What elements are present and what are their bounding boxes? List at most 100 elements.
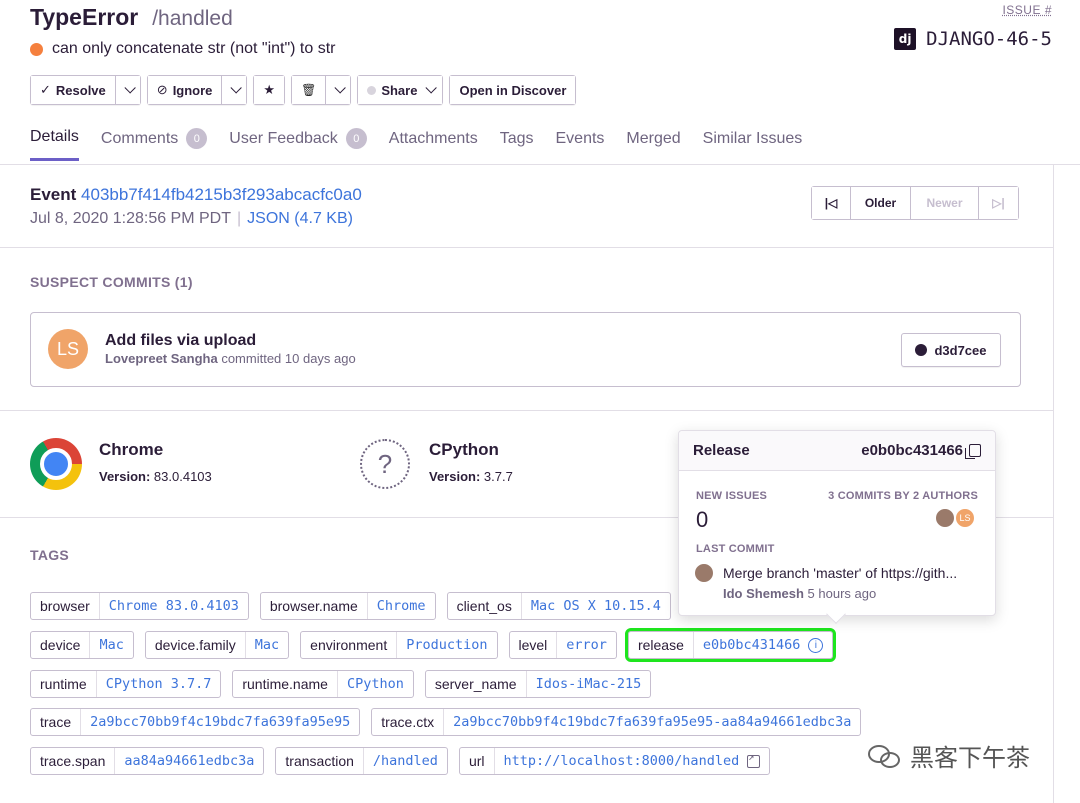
tag-pill[interactable]: url http://localhost:8000/handled [458,747,771,775]
tab-similar-issues[interactable]: Similar Issues [703,128,803,161]
tag-pill[interactable]: client_os Mac OS X 10.15.4 [446,592,671,620]
first-event-button[interactable]: |◁ [812,187,850,219]
tag-key: device.family [146,632,246,658]
tag-value[interactable]: Mac [90,632,132,658]
tab-details[interactable]: Details [30,128,79,161]
info-icon[interactable]: i [808,637,824,653]
tab-tags[interactable]: Tags [500,128,534,161]
tag-key: url [460,748,495,774]
bookmark-group: ★ [253,75,286,105]
tag-pill[interactable]: device Mac [30,631,134,659]
count-badge: 0 [186,128,208,149]
tab-comments[interactable]: Comments 0 [101,128,208,161]
copy-icon[interactable] [965,444,981,459]
avatar: LS [48,329,88,369]
error-culprit: /handled [152,7,233,30]
event-date: Jul 8, 2020 1:28:56 PM PDT [30,210,231,227]
bookmark-button[interactable]: ★ [254,76,285,104]
tab-label: Details [30,128,79,145]
tag-value[interactable]: http://localhost:8000/handled [495,748,770,774]
event-id-link[interactable]: 403bb7f414fb4215b3f293abcacfc0a0 [81,185,362,204]
release-version[interactable]: e0b0bc431466 [861,442,981,459]
browser-context-name: Chrome [99,440,164,459]
json-link[interactable]: JSON (4.7 KB) [247,210,353,227]
commit-sha-button[interactable]: d3d7cee [901,333,1001,367]
tag-pill[interactable]: runtime.name CPython [232,670,414,698]
commit-message: Add files via upload [105,332,257,349]
tag-value[interactable]: aa84a94661edbc3a [115,748,263,774]
section-divider [0,247,1053,248]
share-group: Share [357,75,444,105]
ignore-button[interactable]: ⊘ Ignore [147,76,222,104]
commits-label: 3 COMMITS BY 2 AUTHORS [828,490,978,502]
tag-pill[interactable]: trace 2a9bcc70bb9f4c19bdc7fa639fa95e95 [30,708,361,736]
browser-context-version: Version: 83.0.4103 [99,469,212,484]
tag-value[interactable]: Production [397,632,496,658]
new-issues-count: 0 [696,507,709,532]
tab-events[interactable]: Events [556,128,605,161]
ignore-dropdown-button[interactable] [221,76,247,104]
tab-label: User Feedback [229,129,338,147]
version-value: 3.7.7 [483,469,513,484]
tag-pill[interactable]: browser.name Chrome [259,592,436,620]
avatar [934,507,956,529]
tag-value[interactable]: CPython [338,671,413,697]
tab-label: Similar Issues [702,129,803,147]
delete-group: 🗑 [291,75,352,105]
tag-pill[interactable]: environment Production [300,631,498,659]
avatar: LS [954,507,976,529]
tag-pill[interactable]: transaction/handled [275,747,448,775]
resolve-button[interactable]: ✓ Resolve [31,76,115,104]
tag-value[interactable]: /handled [364,748,447,774]
suspect-commits-title: SUSPECT COMMITS (1) [30,274,193,290]
tag-value[interactable]: 2a9bcc70bb9f4c19bdc7fa639fa95e95 [81,709,359,735]
commit-time: committed 10 days ago [217,351,356,366]
popover-arrow [826,604,846,624]
last-event-button[interactable]: ▷| [978,187,1018,219]
event-id: Event 403bb7f414fb4215b3f293abcacfc0a0 [30,185,362,205]
tab-merged[interactable]: Merged [626,128,680,161]
tag-pill[interactable]: trace.ctx 2a9bcc70bb9f4c19bdc7fa639fa95e9… [371,708,862,736]
delete-button[interactable]: 🗑 [292,76,326,104]
issue-short-id[interactable]: dj DJANGO-46-5 [894,28,1052,50]
error-message: can only concatenate str (not "int") to … [30,40,336,58]
commit-author-name: Lovepreet Sangha [105,351,218,366]
release-tag-pill[interactable]: release e0b0bc431466 i [624,628,837,662]
tag-pill[interactable]: runtime CPython 3.7.7 [30,670,222,698]
tag-value[interactable]: CPython 3.7.7 [97,671,221,697]
tag-value[interactable]: Mac [246,632,288,658]
sidebar-divider [1053,165,1054,803]
tag-pill[interactable]: browser Chrome 83.0.4103 [30,592,249,620]
tab-label: Attachments [388,129,478,147]
tag-key: transaction [276,748,364,774]
resolve-dropdown-button[interactable] [114,76,140,104]
tag-key: release [629,632,694,658]
tag-pill[interactable]: device.family Mac [144,631,290,659]
tag-pill[interactable]: trace.span aa84a94661edbc3a [30,747,265,775]
open-in-discover-button[interactable]: Open in Discover [450,76,576,104]
tag-row: trace.span aa84a94661edbc3a transaction/h… [30,747,771,775]
ignore-label: Ignore [172,82,213,98]
commit-author: Lovepreet Sangha committed 10 days ago [105,351,356,366]
trash-icon: 🗑 [301,83,317,97]
newer-event-button[interactable]: Newer [910,187,978,219]
older-event-button[interactable]: Older [850,187,910,219]
tag-value[interactable]: error [557,632,616,658]
ignore-icon: ⊘ [156,82,168,97]
tag-value[interactable]: Mac OS X 10.15.4 [522,593,670,619]
share-button[interactable]: Share [358,76,443,104]
tag-value[interactable]: 2a9bcc70bb9f4c19bdc7fa639fa95e95-aa84a94… [444,709,860,735]
tag-value[interactable]: e0b0bc431466 i [694,632,833,658]
tag-pill[interactable]: level error [508,631,617,659]
watermark-text: 黑客下午茶 [910,745,1030,772]
tab-attachments[interactable]: Attachments [389,128,478,161]
share-status-icon [367,85,377,95]
tag-value[interactable]: Chrome [368,593,435,619]
release-sha: e0b0bc431466 [861,442,963,459]
tag-value[interactable]: Chrome 83.0.4103 [100,593,248,619]
external-link-icon[interactable] [747,752,761,768]
tab-user-feedback[interactable]: User Feedback 0 [229,128,367,161]
tag-value[interactable]: Idos-iMac-215 [527,671,651,697]
delete-dropdown-button[interactable] [325,76,351,104]
tag-pill[interactable]: server_name Idos-iMac-215 [424,670,652,698]
